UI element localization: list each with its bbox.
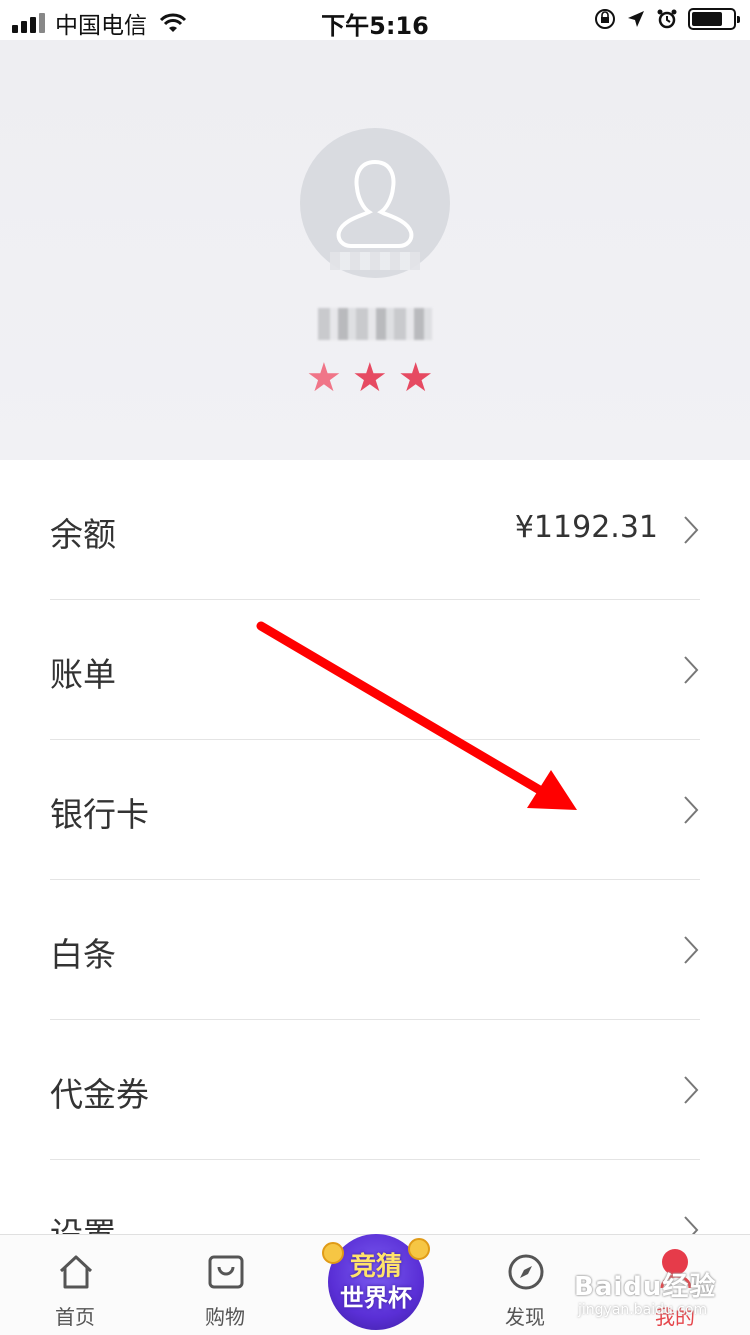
chevron-right-icon: [684, 796, 699, 824]
menu-item-voucher[interactable]: 代金券: [50, 1020, 700, 1160]
home-icon: [59, 1255, 93, 1289]
menu-item-baitiao[interactable]: 白条: [50, 880, 700, 1020]
menu-item-label: 账单: [50, 655, 116, 694]
chevron-right-icon: [684, 516, 699, 544]
menu-item-label: 白条: [50, 935, 116, 974]
status-bar: 中国电信 下午5:16: [0, 0, 750, 40]
menu-item-balance[interactable]: 余额 ¥1192.31: [50, 460, 700, 600]
tab-discover[interactable]: 发现: [470, 1235, 580, 1335]
profile-header: ★ ★ ★: [0, 40, 750, 460]
star-icon: ★: [397, 355, 434, 401]
promo-text-line2: 世界杯: [340, 1284, 412, 1312]
tab-label: 首页: [55, 1305, 95, 1329]
battery-icon: [688, 8, 740, 30]
menu-item-label: 银行卡: [50, 795, 149, 834]
chevron-right-icon: [684, 656, 699, 684]
baidu-watermark-url: jingyan.baidu.com: [578, 1302, 708, 1318]
annotation-arrow-icon: [256, 621, 577, 810]
pixelated-account-id: [330, 252, 420, 270]
pixelated-username: [318, 308, 432, 340]
baidu-watermark: Baidu经验: [574, 1272, 717, 1302]
star-icon: ★: [306, 355, 342, 401]
tab-label: 发现: [505, 1305, 545, 1329]
tab-label: 购物: [205, 1305, 245, 1329]
chevron-right-icon: [684, 1076, 699, 1104]
alarm-icon: [657, 9, 677, 29]
menu-item-label: 余额: [50, 515, 116, 554]
compass-icon: [508, 1254, 544, 1290]
tab-home[interactable]: 首页: [20, 1235, 130, 1335]
location-icon: [628, 11, 644, 27]
user-placeholder-icon: [336, 159, 414, 248]
world-cup-guess-button[interactable]: 竞猜 世界杯: [322, 1228, 430, 1330]
status-right: [594, 8, 740, 30]
star-icon: ★: [351, 355, 388, 401]
tab-shopping[interactable]: 购物: [170, 1235, 280, 1335]
rating-stars: ★ ★ ★: [306, 358, 434, 398]
shopping-bag-icon: [208, 1255, 244, 1289]
wallet-menu: 余额 ¥1192.31 账单 银行卡 白条 代金券 设置: [0, 460, 750, 1300]
orientation-lock-icon: [595, 9, 615, 29]
balance-value: ¥1192.31: [514, 510, 658, 545]
chevron-right-icon: [684, 936, 699, 964]
menu-item-label: 代金券: [50, 1075, 149, 1114]
